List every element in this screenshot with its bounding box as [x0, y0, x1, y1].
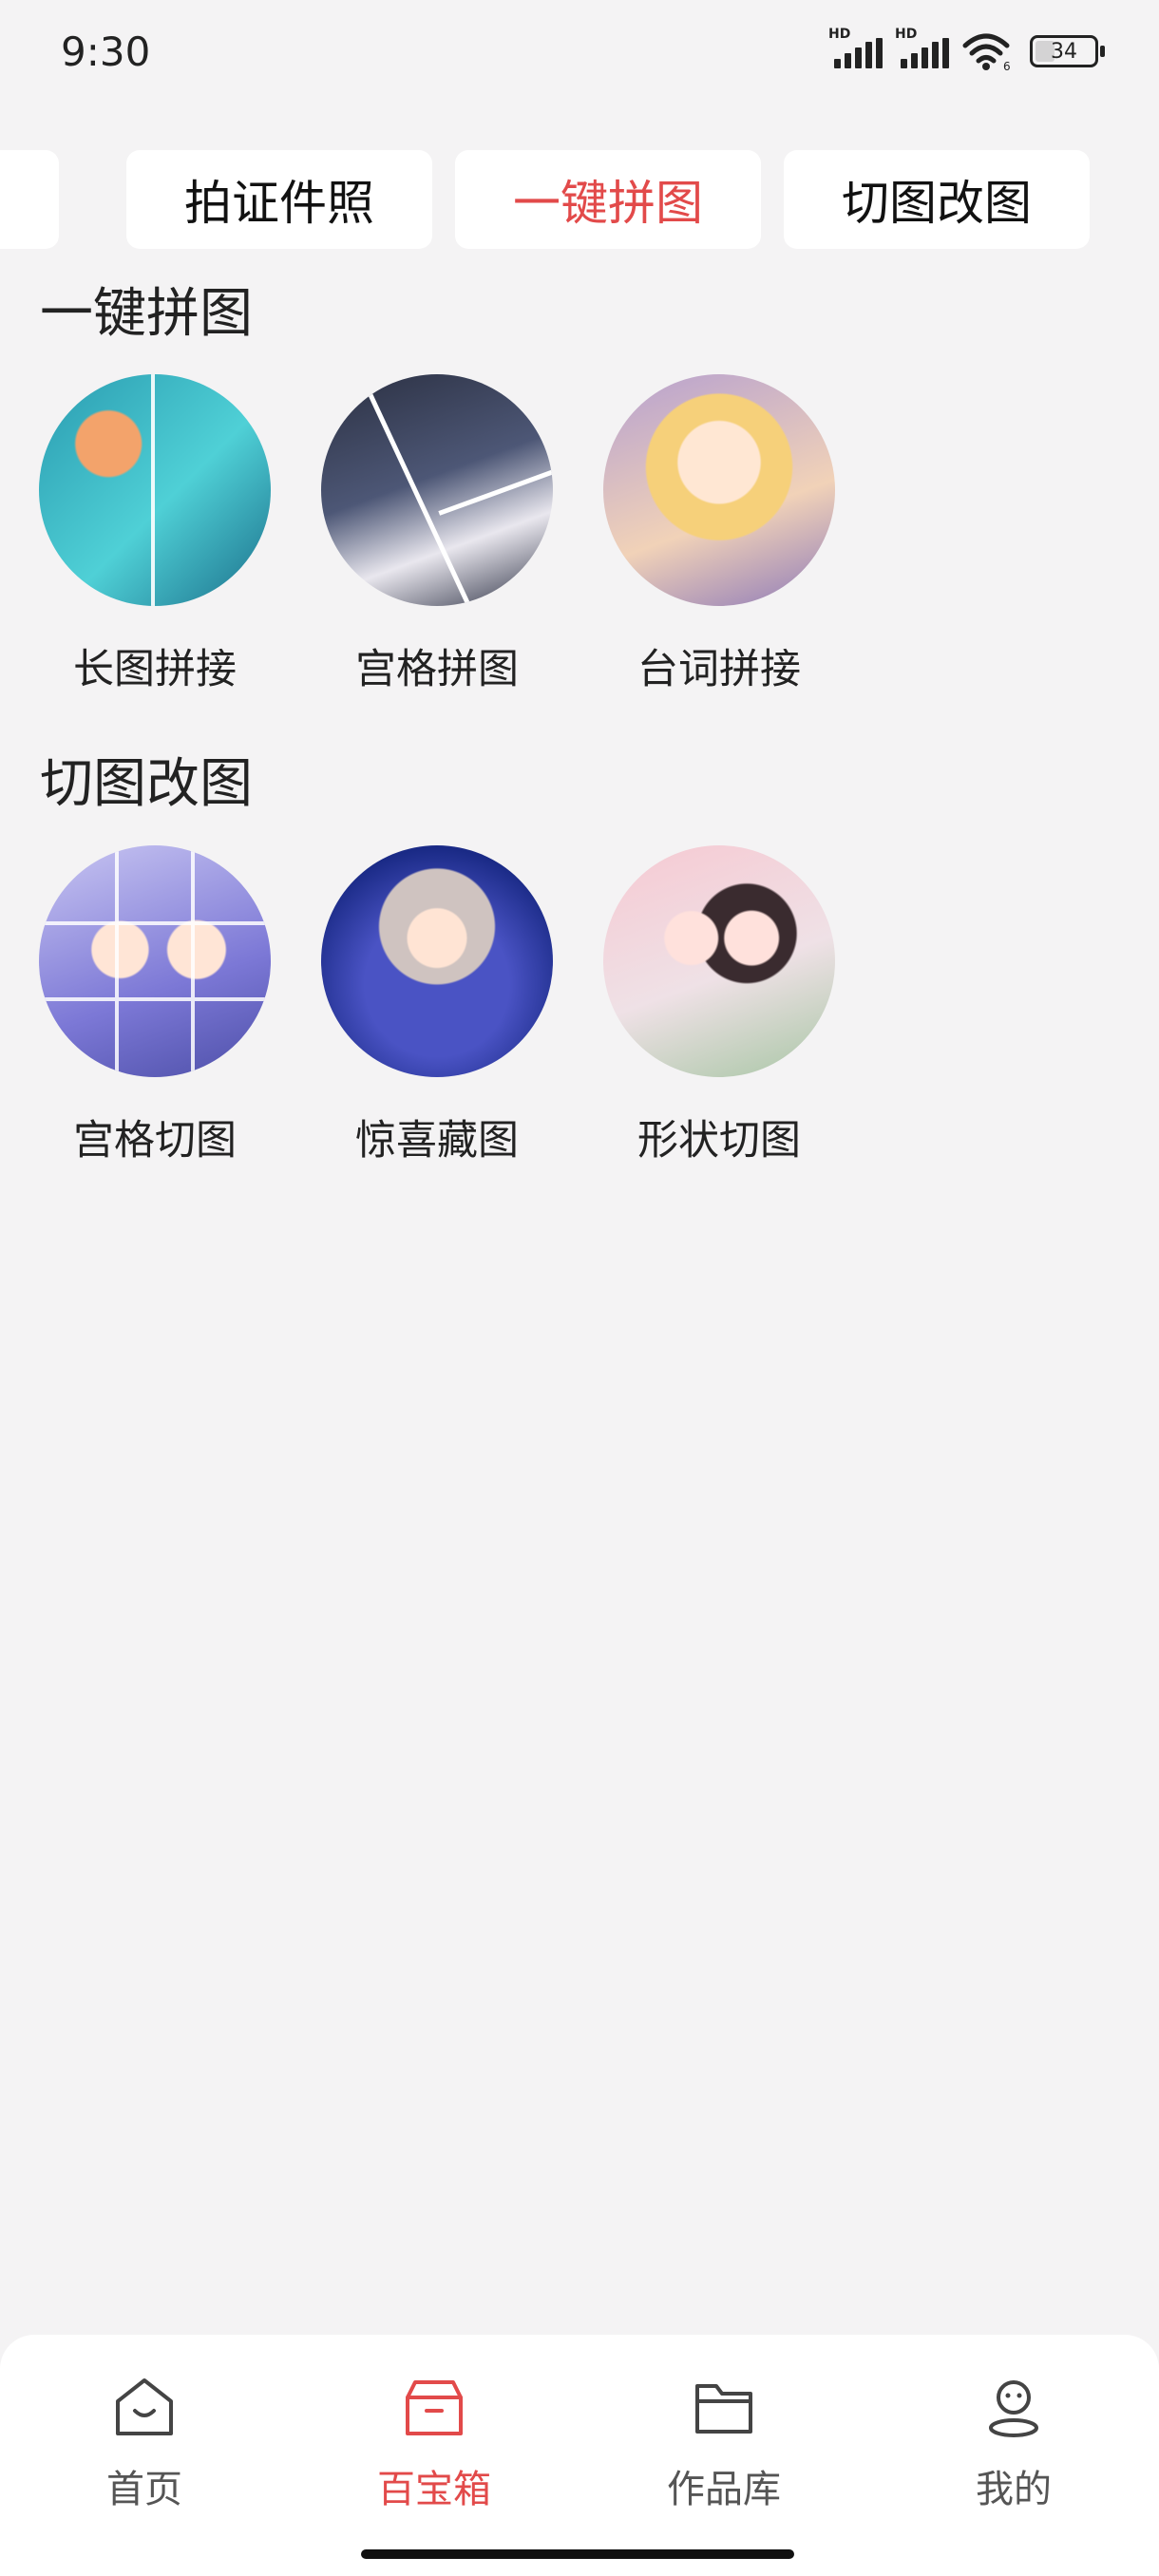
toolbox-icon [406, 2380, 463, 2435]
tool-label: 长图拼接 [73, 646, 237, 693]
tool-thumbnail [321, 845, 553, 1077]
status-icons: HD HD 6 34 [828, 27, 1105, 72]
tool-label: 惊喜藏图 [355, 1117, 519, 1165]
nav-label: 首页 [106, 2468, 182, 2511]
tool-thumbnail [603, 374, 835, 606]
folder-icon [695, 2384, 752, 2434]
nav-label: 我的 [976, 2468, 1052, 2511]
tool-thumbnail [39, 374, 271, 606]
tab-id-photo[interactable]: 拍证件照 [126, 150, 432, 249]
nav-label: 百宝箱 [377, 2468, 491, 2511]
tool-subtitle-stitch[interactable]: 台词拼接 [600, 374, 838, 695]
page: 9:30 HD HD 6 34 拍证件照 一键拼图 切图改图 一键拼图 长图拼接… [0, 0, 1159, 2576]
nav-toolbox[interactable]: 百宝箱 [339, 2373, 529, 2513]
tool-thumbnail [321, 374, 553, 606]
home-icon [116, 2378, 173, 2435]
wifi-icon: 6 [962, 33, 1011, 72]
tool-long-image-stitch[interactable]: 长图拼接 [36, 374, 274, 695]
status-bar: 9:30 HD HD 6 34 [0, 0, 1159, 104]
tool-thumbnail [39, 845, 271, 1077]
nav-label: 作品库 [667, 2468, 781, 2511]
tool-hidden-image[interactable]: 惊喜藏图 [318, 845, 556, 1166]
nav-home[interactable]: 首页 [49, 2373, 239, 2513]
tool-grid-collage[interactable]: 宫格拼图 [318, 374, 556, 695]
tool-label: 宫格切图 [73, 1117, 237, 1165]
tool-label: 宫格拼图 [355, 646, 519, 693]
tool-label: 形状切图 [637, 1117, 801, 1165]
category-tabs: 拍证件照 一键拼图 切图改图 [0, 150, 1159, 251]
tab-partial[interactable] [0, 150, 59, 249]
cellular-signal-icon-2: HD [895, 27, 949, 72]
wifi-sub-label: 6 [1003, 60, 1011, 72]
nav-works[interactable]: 作品库 [629, 2373, 819, 2513]
tool-label: 台词拼接 [637, 646, 801, 693]
tool-shape-cut[interactable]: 形状切图 [600, 845, 838, 1166]
bottom-nav: 首页 百宝箱 作品库 我的 [0, 2335, 1159, 2576]
home-indicator[interactable] [361, 2549, 794, 2559]
tab-one-click-collage[interactable]: 一键拼图 [455, 150, 761, 249]
profile-icon [989, 2380, 1038, 2437]
section-title-collage: 一键拼图 [40, 283, 253, 345]
nav-profile[interactable]: 我的 [919, 2373, 1109, 2513]
status-time: 9:30 [61, 28, 151, 75]
tool-thumbnail [603, 845, 835, 1077]
battery-icon: 34 [1030, 35, 1105, 67]
section-title-cut-edit: 切图改图 [40, 753, 253, 815]
cellular-signal-icon: HD [828, 27, 883, 72]
tab-cut-edit[interactable]: 切图改图 [784, 150, 1090, 249]
battery-level: 34 [1051, 39, 1077, 64]
tool-grid-cut[interactable]: 宫格切图 [36, 845, 274, 1166]
